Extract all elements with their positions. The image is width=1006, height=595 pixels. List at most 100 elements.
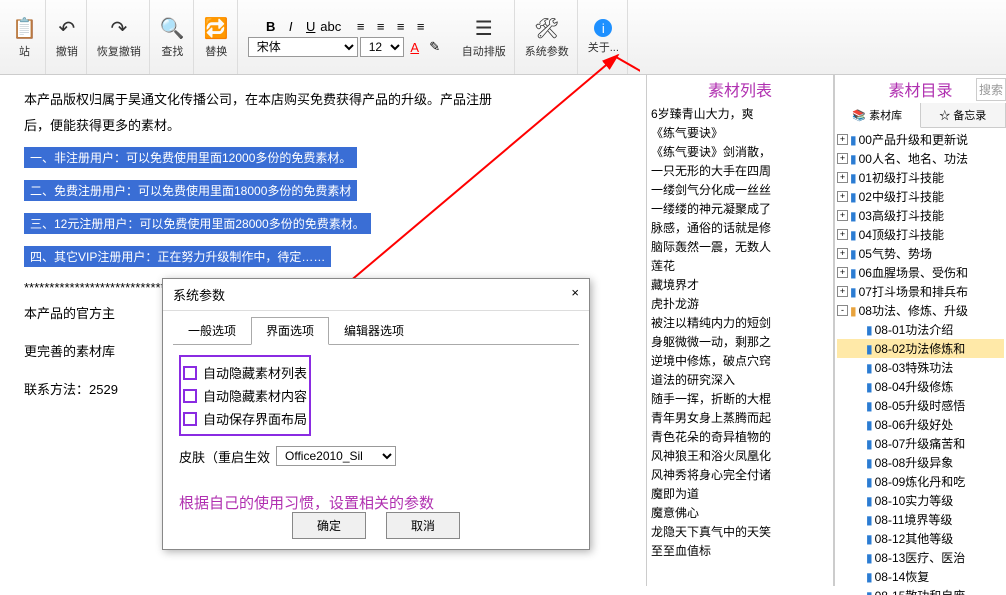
list-item[interactable]: 脑际轰然一震，无数人 [651, 238, 829, 257]
list-item[interactable]: 一缕剑气分化成一丝丝 [651, 181, 829, 200]
tree-item[interactable]: +▮00产品升级和更新说 [837, 130, 1004, 149]
size-select[interactable]: 12 [360, 37, 404, 57]
list-item[interactable]: 道法的研究深入 [651, 371, 829, 390]
list-item[interactable]: 至至血值标 [651, 542, 829, 561]
align-left-button[interactable]: ≡ [352, 17, 370, 35]
list-item[interactable]: 《练气要诀》 [651, 124, 829, 143]
tree-item[interactable]: ▮08-07升级痛苦和 [837, 434, 1004, 453]
list-item[interactable]: 被注以精纯内力的短剑 [651, 314, 829, 333]
tree-item[interactable]: ▮08-10实力等级 [837, 491, 1004, 510]
checkbox-save-layout[interactable] [183, 412, 197, 426]
tree-item[interactable]: ▮08-02功法修炼和 [837, 339, 1004, 358]
dialog-tab-editor[interactable]: 编辑器选项 [329, 317, 419, 344]
expand-icon[interactable]: + [837, 210, 848, 221]
expand-icon[interactable]: + [837, 191, 848, 202]
dialog-tab-ui[interactable]: 界面选项 [251, 317, 329, 345]
align-justify-button[interactable]: ≡ [412, 17, 430, 35]
list-item[interactable]: 虎扑龙游 [651, 295, 829, 314]
redo-button[interactable]: ↷恢复撤销 [89, 0, 150, 74]
list-item[interactable]: 风神狼王和浴火凤凰化 [651, 447, 829, 466]
expand-icon[interactable]: + [837, 286, 848, 297]
material-list-panel: 素材列表 6岁臻青山大力，爽《练气要诀》《练气要诀》剑消散，一只无形的大手在四周… [646, 75, 834, 586]
material-tree[interactable]: +▮00产品升级和更新说+▮00人名、地名、功法+▮01初级打斗技能+▮02中级… [835, 128, 1006, 595]
tree-item[interactable]: ▮08-09炼化丹和吃 [837, 472, 1004, 491]
expand-icon[interactable]: + [837, 229, 848, 240]
tree-item[interactable]: ▮08-04升级修炼 [837, 377, 1004, 396]
paste-button[interactable]: 📋站 [4, 0, 46, 74]
tree-item[interactable]: -▮08功法、修炼、升级 [837, 301, 1004, 320]
tree-item[interactable]: +▮04顶级打斗技能 [837, 225, 1004, 244]
expand-icon[interactable]: + [837, 172, 848, 183]
tree-item[interactable]: ▮08-12其他等级 [837, 529, 1004, 548]
tab-library[interactable]: 📚 素材库 [835, 103, 921, 128]
list-item[interactable]: 逆境中修炼，破点穴窍 [651, 352, 829, 371]
autolayout-button[interactable]: ☰自动排版 [454, 0, 515, 74]
tree-item[interactable]: +▮03高级打斗技能 [837, 206, 1004, 225]
about-button[interactable]: i关于... [580, 0, 628, 74]
strike-button[interactable]: abc [322, 17, 340, 35]
replace-button[interactable]: 🔁替换 [196, 0, 238, 74]
list-item[interactable]: 魔即为道 [651, 485, 829, 504]
folder-icon: ▮ [866, 570, 873, 584]
dialog-tab-general[interactable]: 一般选项 [173, 317, 251, 344]
expand-icon[interactable]: + [837, 153, 848, 164]
tree-item[interactable]: +▮06血腥场景、受伤和 [837, 263, 1004, 282]
list-item[interactable]: 一只无形的大手在四周 [651, 162, 829, 181]
cancel-button[interactable]: 取消 [386, 512, 460, 539]
folder-icon: ▮ [866, 380, 873, 394]
tree-item[interactable]: ▮08-15散功和自废 [837, 586, 1004, 595]
highlight-button[interactable]: ✎ [426, 38, 444, 56]
tree-item[interactable]: ▮08-14恢复 [837, 567, 1004, 586]
list-item[interactable]: 身躯微微一动，剩那之 [651, 333, 829, 352]
close-icon[interactable]: × [571, 285, 579, 304]
dialog-title: 系统参数 [173, 285, 225, 304]
list-item[interactable]: 青色花朵的奇异植物的 [651, 428, 829, 447]
expand-icon[interactable]: - [837, 305, 848, 316]
search-input[interactable]: 搜索 [976, 78, 1006, 101]
tree-item[interactable]: ▮08-13医疗、医治 [837, 548, 1004, 567]
underline-button[interactable]: U [302, 17, 320, 35]
folder-icon: ▮ [866, 418, 873, 432]
sysparam-button[interactable]: 🛠系统参数 [517, 0, 578, 74]
tree-item[interactable]: +▮02中级打斗技能 [837, 187, 1004, 206]
checkbox-hide-content[interactable] [183, 389, 197, 403]
tree-item[interactable]: +▮07打斗场景和排兵布 [837, 282, 1004, 301]
list-item[interactable]: 《练气要诀》剑消散， [651, 143, 829, 162]
tree-item[interactable]: +▮01初级打斗技能 [837, 168, 1004, 187]
list-item[interactable]: 一缕缕的神元凝聚成了 [651, 200, 829, 219]
skin-select[interactable]: Office2010_Sil [276, 446, 396, 466]
tree-item[interactable]: +▮05气势、势场 [837, 244, 1004, 263]
align-right-button[interactable]: ≡ [392, 17, 410, 35]
list-item[interactable]: 龙隐天下真气中的天笑 [651, 523, 829, 542]
bold-button[interactable]: B [262, 17, 280, 35]
list-item[interactable]: 随手一挥，折断的大棍 [651, 390, 829, 409]
font-select[interactable]: 宋体 [248, 37, 358, 57]
list-item[interactable]: 藏境界才 [651, 276, 829, 295]
list-item[interactable]: 莲花 [651, 257, 829, 276]
expand-icon[interactable]: + [837, 267, 848, 278]
font-color-button[interactable]: A [406, 38, 424, 56]
tree-item[interactable]: ▮08-05升级时感悟 [837, 396, 1004, 415]
align-center-button[interactable]: ≡ [372, 17, 390, 35]
expand-icon[interactable]: + [837, 248, 848, 259]
tree-item[interactable]: ▮08-08升级异象 [837, 453, 1004, 472]
tree-item[interactable]: ▮08-11境界等级 [837, 510, 1004, 529]
list-item[interactable]: 6岁臻青山大力，爽 [651, 105, 829, 124]
tree-item[interactable]: ▮08-03特殊功法 [837, 358, 1004, 377]
material-list[interactable]: 6岁臻青山大力，爽《练气要诀》《练气要诀》剑消散，一只无形的大手在四周一缕剑气分… [647, 103, 833, 563]
list-item[interactable]: 风神秀将身心完全付诸 [651, 466, 829, 485]
tree-item[interactable]: ▮08-06升级好处 [837, 415, 1004, 434]
list-item[interactable]: 脉感，通俗的话就是修 [651, 219, 829, 238]
italic-button[interactable]: I [282, 17, 300, 35]
list-item[interactable]: 魔意佛心 [651, 504, 829, 523]
dialog-body: 自动隐藏素材列表 自动隐藏素材内容 自动保存界面布局 皮肤（重启生效 Offic… [163, 345, 589, 523]
ok-button[interactable]: 确定 [292, 512, 366, 539]
tree-item[interactable]: +▮00人名、地名、功法 [837, 149, 1004, 168]
undo-button[interactable]: ↶撤销 [48, 0, 87, 74]
list-item[interactable]: 青年男女身上蒸腾而起 [651, 409, 829, 428]
checkbox-hide-list[interactable] [183, 366, 197, 380]
expand-icon[interactable]: + [837, 134, 848, 145]
tab-memo[interactable]: ☆ 备忘录 [921, 103, 1006, 127]
find-button[interactable]: 🔍查找 [152, 0, 194, 74]
tree-item[interactable]: ▮08-01功法介绍 [837, 320, 1004, 339]
